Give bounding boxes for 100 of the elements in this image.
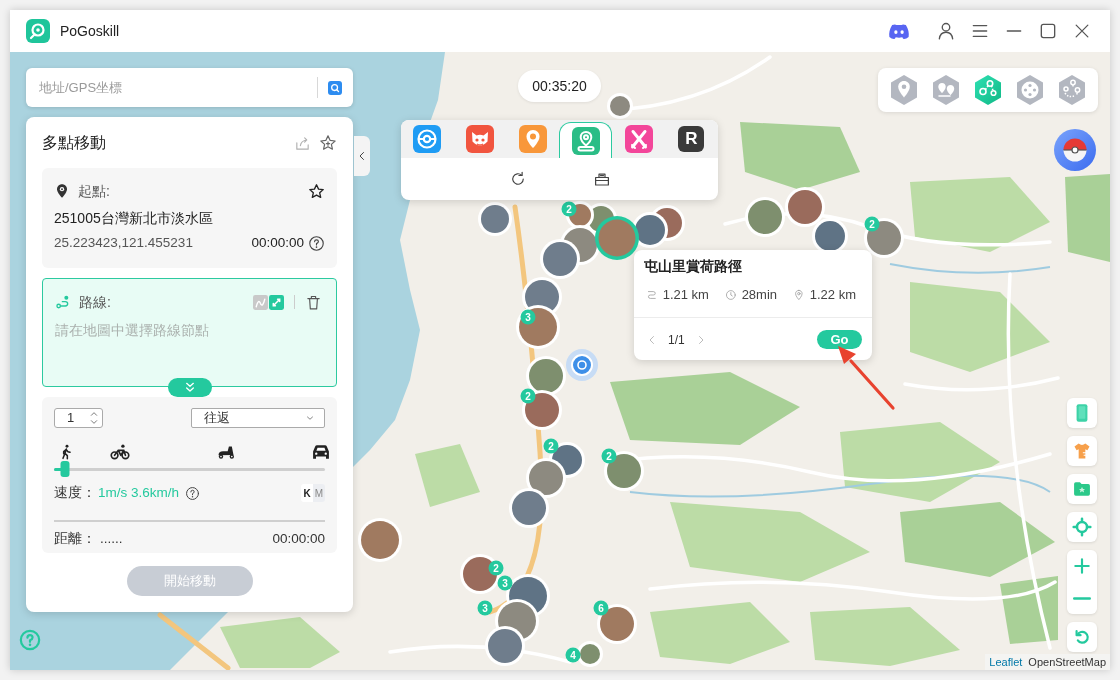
route-points-field[interactable]: 路線: 請在地圖中選擇路線節點 [42, 278, 337, 387]
marker-count: 2 [864, 216, 880, 232]
photo-marker[interactable] [358, 518, 402, 562]
pin-app-icon [519, 125, 547, 153]
distance-label: 距離： [54, 529, 96, 548]
loop-route-icon[interactable] [1057, 74, 1087, 106]
bicycle-icon[interactable] [110, 442, 130, 462]
marker-count: 2 [561, 201, 577, 217]
map-pin-app-icon [571, 126, 600, 155]
photo-marker[interactable] [785, 187, 825, 227]
plus-icon [1072, 556, 1092, 576]
route-icon [646, 288, 658, 302]
locate-button[interactable] [1067, 512, 1097, 542]
speed-slider[interactable] [54, 461, 325, 477]
slider-thumb[interactable] [60, 461, 70, 477]
pin-icon [54, 183, 70, 199]
trash-icon[interactable] [305, 293, 322, 311]
single-spot-icon[interactable] [889, 74, 919, 106]
crossed-blades-app-icon [624, 125, 653, 153]
route-icon [55, 294, 71, 310]
marker-count: 2 [543, 438, 559, 454]
multi-spot-icon[interactable] [973, 74, 1003, 106]
attribution-link[interactable]: Leaflet [989, 656, 1023, 668]
search-icon[interactable] [328, 81, 342, 95]
photo-marker[interactable] [516, 305, 560, 349]
speed-value: 1m/s 3.6km/h [98, 483, 180, 502]
share-icon[interactable] [294, 134, 311, 152]
straight-line-mode-icon[interactable] [269, 294, 284, 310]
app-tab[interactable]: R [665, 120, 718, 158]
marker-count: 3 [477, 600, 493, 616]
trip-mode-dropdown[interactable]: 往返 [191, 408, 325, 428]
zoom-in-button[interactable] [1067, 550, 1097, 582]
photo-marker[interactable] [607, 93, 633, 119]
reset-button[interactable] [1067, 622, 1097, 652]
photo-marker[interactable] [485, 626, 525, 666]
photo-marker[interactable] [595, 216, 639, 260]
maximize-icon[interactable] [1038, 21, 1058, 41]
help-icon[interactable] [185, 485, 201, 501]
folder-star-icon [1072, 479, 1092, 499]
route-away-distance: 1.22 km [809, 286, 856, 305]
route-label: 路線: [79, 292, 111, 312]
page-indicator: 1/1 [668, 331, 685, 349]
marker-count: 2 [601, 448, 617, 464]
attribution-source: OpenStreetMap [1028, 656, 1106, 668]
toolbox-icon[interactable] [592, 170, 611, 188]
photo-marker[interactable] [509, 488, 549, 528]
repeat-count-field[interactable]: 1 [54, 408, 103, 428]
minus-icon [1073, 596, 1091, 600]
marker-count: 3 [497, 575, 513, 591]
marker-count: 2 [488, 560, 504, 576]
location-marker [566, 349, 598, 381]
car-icon[interactable] [311, 442, 331, 462]
marker-count: 2 [520, 388, 536, 404]
photo-marker[interactable] [478, 202, 512, 236]
photo-marker[interactable] [577, 641, 603, 667]
user-icon[interactable] [936, 21, 956, 41]
stepper-icon[interactable] [90, 409, 98, 427]
saved-button[interactable] [1067, 474, 1097, 504]
marker-count: 6 [593, 600, 609, 616]
elapsed-timer: 00:35:20 [518, 70, 601, 102]
start-label: 起點: [78, 181, 110, 201]
locate-icon [1072, 517, 1092, 537]
outfit-button[interactable] [1067, 436, 1097, 466]
ball-app-icon [413, 125, 442, 153]
pin-icon [793, 288, 805, 302]
distance-time: 00:00:00 [272, 529, 325, 548]
clock-icon [724, 288, 737, 302]
app-logo-icon [26, 19, 50, 43]
route-placeholder: 請在地圖中選擇路線節點 [55, 322, 210, 340]
photo-marker[interactable] [604, 451, 644, 491]
shirt-icon [1072, 441, 1092, 461]
panel-title: 多點移動 [42, 133, 106, 153]
speed-label: 速度： [54, 483, 96, 502]
monster-app-icon [466, 125, 495, 153]
start-coordinates: 25.223423,121.455231 [54, 234, 193, 252]
route-title: 屯山里賞荷路徑 [643, 257, 743, 276]
expand-button[interactable] [168, 378, 212, 397]
photo-marker[interactable] [745, 197, 785, 237]
photo-marker[interactable] [522, 390, 562, 430]
photo-marker[interactable] [597, 604, 637, 644]
unit-toggle[interactable]: K [301, 484, 313, 502]
app-tab[interactable] [559, 122, 613, 158]
route-duration: 28min [741, 286, 778, 305]
capture-ball-icon[interactable] [1054, 129, 1096, 171]
joystick-icon[interactable] [1015, 74, 1045, 106]
photo-marker[interactable] [460, 554, 500, 594]
two-spot-icon[interactable] [931, 74, 961, 106]
app-title: PoGoskill [60, 21, 120, 41]
start-address: 251005台灣新北市淡水區 [54, 209, 214, 228]
distance-value: ...... [100, 529, 123, 548]
help-icon[interactable] [308, 234, 325, 252]
search-field[interactable]: 地址/GPS坐標 [26, 68, 353, 107]
photo-marker[interactable] [540, 239, 580, 279]
marker-count: 4 [565, 647, 581, 663]
start-time: 00:00:00 [251, 234, 304, 252]
route-distance: 1.21 km [662, 286, 709, 305]
star-icon[interactable] [308, 182, 325, 200]
controller-face-icon[interactable] [888, 22, 910, 40]
marker-count: 3 [520, 309, 536, 325]
favorite-add-icon[interactable] [319, 134, 337, 152]
